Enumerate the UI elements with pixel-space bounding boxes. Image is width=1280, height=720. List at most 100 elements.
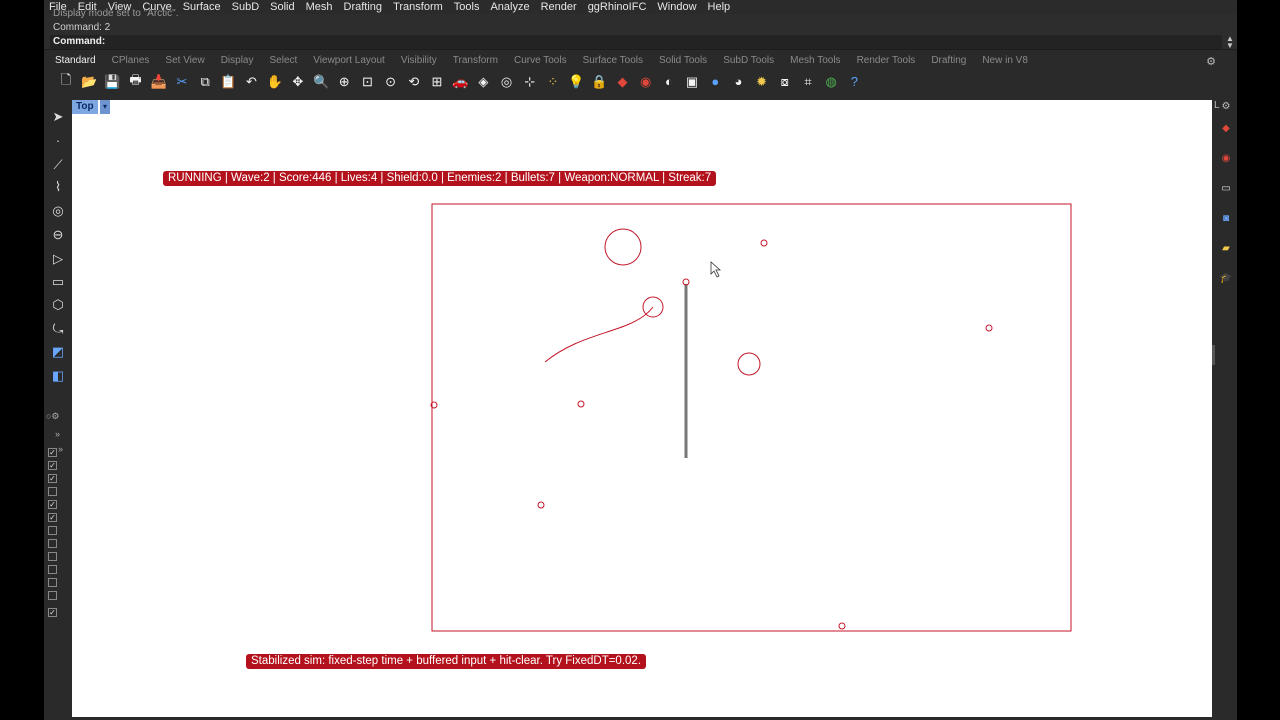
osnap-icon[interactable]: ⊹ [520,72,540,92]
menu-surface[interactable]: Surface [183,0,221,14]
tab-subd-tools[interactable]: SubD Tools [723,53,774,69]
surface-icon[interactable]: ◩ [48,343,68,361]
learn-panel-icon[interactable]: 🎓 [1219,272,1233,286]
point-icon[interactable]: · [48,132,68,150]
tab-mesh-tools[interactable]: Mesh Tools [790,53,840,69]
render-window-icon[interactable]: ▣ [682,72,702,92]
rotate-view-icon[interactable]: ✥ [288,72,308,92]
import-icon[interactable]: 📥 [149,72,169,92]
command-input[interactable] [108,35,1208,49]
menu-drafting[interactable]: Drafting [344,0,383,14]
pan-icon[interactable]: ✋ [265,72,285,92]
color-wheel-icon[interactable]: ◉ [636,72,656,92]
globe-icon[interactable]: ◍ [821,72,841,92]
tab-display[interactable]: Display [221,53,254,69]
undo-view-icon[interactable]: ⟲ [404,72,424,92]
car-icon[interactable]: 🚗 [450,72,470,92]
viewport-dropdown-icon[interactable]: ▾ [100,100,110,114]
new-icon[interactable]: 🗋 [56,72,76,92]
layer-icon[interactable]: ◆ [613,72,633,92]
menu-transform[interactable]: Transform [393,0,443,14]
menu-analyze[interactable]: Analyze [490,0,529,14]
tabs-gear-icon[interactable]: ⚙ [1206,54,1216,70]
polygon-hex-icon[interactable]: ⬡ [48,296,68,314]
tab-surface-tools[interactable]: Surface Tools [583,53,643,69]
rectangle-icon[interactable]: ▭ [48,273,68,291]
circle-icon[interactable]: ◎ [48,202,68,220]
checkbox[interactable]: ✓ [48,461,57,470]
zoom-window-icon[interactable]: ⊕ [334,72,354,92]
tab-new-in-v8[interactable]: New in V8 [982,53,1028,69]
tab-curve-tools[interactable]: Curve Tools [514,53,567,69]
top-viewport[interactable]: Top ▾ RUNNING | Wave:2 | Score:446 | Liv… [72,100,1212,717]
layout-icon[interactable]: ⧇ [775,72,795,92]
save-icon[interactable]: 💾 [102,72,122,92]
open-icon[interactable]: 📂 [79,72,99,92]
expand-chevron-icon[interactable]: » [55,429,60,439]
paste-icon[interactable]: 📋 [218,72,238,92]
checkbox[interactable] [48,565,57,574]
tab-standard[interactable]: Standard [55,53,96,69]
undo-icon[interactable]: ↶ [242,72,262,92]
tab-select[interactable]: Select [270,53,298,69]
target-icon[interactable]: ◎ [497,72,517,92]
color-panel-icon[interactable]: ◉ [1219,152,1233,166]
viewport-title-tab[interactable]: Top [72,100,98,114]
zoom-selected-icon[interactable]: ⊙ [381,72,401,92]
select-arrow-icon[interactable]: ➤ [48,108,68,126]
curve-icon[interactable]: ⌇ [48,178,68,196]
properties-panel-icon[interactable]: ▭ [1219,182,1233,196]
checkbox[interactable] [48,487,57,496]
menu-solid[interactable]: Solid [270,0,294,14]
checkbox[interactable] [48,552,57,561]
panel-gear-icon[interactable]: ⚙ [1219,100,1233,114]
display-panel-icon[interactable]: ◙ [1219,212,1233,226]
tab-set-view[interactable]: Set View [165,53,204,69]
lock-icon[interactable]: 🔒 [589,72,609,92]
tab-transform[interactable]: Transform [453,53,498,69]
checkbox[interactable] [48,526,57,535]
arc-icon[interactable]: ⤿ [48,320,68,338]
menu-window[interactable]: Window [657,0,696,14]
tab-solid-tools[interactable]: Solid Tools [659,53,707,69]
sun-icon[interactable]: ✹ [752,72,772,92]
menu-help[interactable]: Help [708,0,731,14]
checkbox[interactable]: ✓ [48,474,57,483]
ellipse-icon[interactable]: ⊖ [48,226,68,244]
copy-icon[interactable]: ⧉ [195,72,215,92]
checkbox[interactable] [48,591,57,600]
tab-render-tools[interactable]: Render Tools [857,53,916,69]
print-icon[interactable]: 🖶 [126,72,146,92]
checkbox[interactable]: ✓ [48,448,57,457]
expand-chevron-icon[interactable]: » [58,444,63,454]
four-viewports-icon[interactable]: ⊞ [427,72,447,92]
checkbox[interactable]: ✓ [48,608,57,617]
zoom-extents-icon[interactable]: ⊡ [357,72,377,92]
menu-render[interactable]: Render [541,0,577,14]
render-icon[interactable]: ● [705,72,725,92]
tab-viewport-layout[interactable]: Viewport Layout [313,53,385,69]
dimension-icon[interactable]: ⌗ [798,72,818,92]
tab-drafting[interactable]: Drafting [931,53,966,69]
light-icon[interactable]: 💡 [566,72,586,92]
menu-ggrhinoifc[interactable]: ggRhinoIFC [588,0,647,14]
cut-icon[interactable]: ✂ [172,72,192,92]
checkbox[interactable]: ✓ [48,500,57,509]
polyline-icon[interactable]: ⟋ [48,156,68,174]
material-icon[interactable]: ◕ [728,72,748,92]
tab-cplanes[interactable]: CPlanes [112,53,150,69]
polygon-icon[interactable]: ▷ [48,250,68,268]
shaded-icon[interactable]: ◈ [473,72,493,92]
menu-tools[interactable]: Tools [454,0,480,14]
panel-splitter[interactable] [1212,345,1215,365]
checkbox[interactable] [48,578,57,587]
panel-circle-icon[interactable]: ○⚙ [46,411,60,422]
command-history-scroll[interactable]: ▲ ▼ [1225,35,1235,50]
layers-panel-icon[interactable]: ◆ [1219,122,1233,136]
solid-icon[interactable]: ◧ [48,367,68,385]
tab-visibility[interactable]: Visibility [401,53,437,69]
help-icon[interactable]: ? [844,72,864,92]
checkbox[interactable]: ✓ [48,513,57,522]
menu-mesh[interactable]: Mesh [306,0,333,14]
notes-panel-icon[interactable]: ▰ [1219,242,1233,256]
